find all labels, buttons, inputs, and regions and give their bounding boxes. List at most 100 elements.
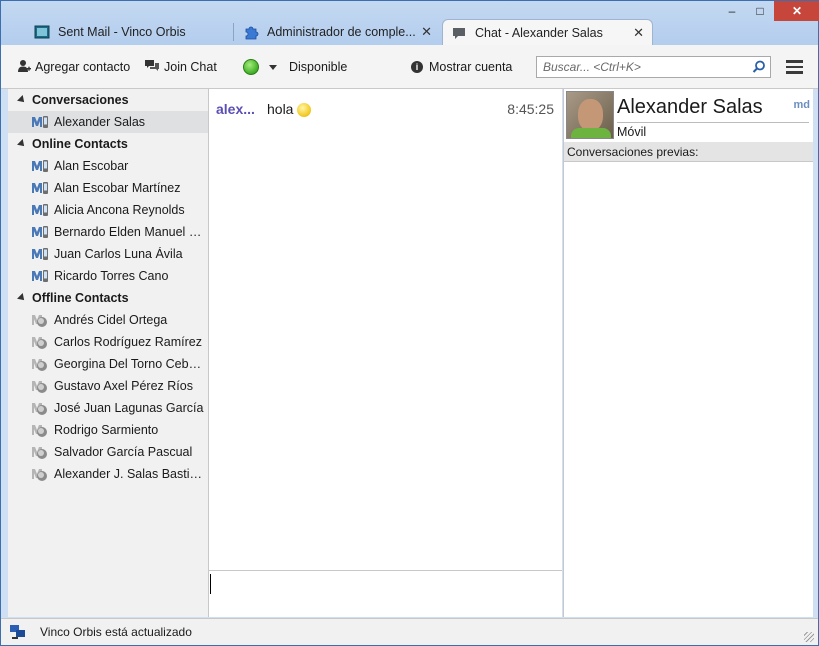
contact-item[interactable]: Andrés Cidel Ortega xyxy=(8,309,208,331)
contact-name-label: Rodrigo Sarmiento xyxy=(54,423,159,437)
contact-item[interactable]: Alan Escobar Martínez xyxy=(8,177,208,199)
show-account-label: Mostrar cuenta xyxy=(429,60,513,74)
mobile-contact-icon xyxy=(31,268,49,284)
contact-status: Móvil xyxy=(617,125,647,139)
contact-item[interactable]: Alicia Ancona Reynolds xyxy=(8,199,208,221)
search-input[interactable] xyxy=(543,60,743,74)
puzzle-icon xyxy=(243,24,259,40)
protocol-logo: md xyxy=(793,99,811,111)
divider xyxy=(617,122,809,123)
contact-name-label: Carlos Rodríguez Ramírez xyxy=(54,335,202,349)
show-account-button[interactable]: i Mostrar cuenta xyxy=(411,58,512,76)
contact-item[interactable]: Ricardo Torres Cano xyxy=(8,265,208,287)
offline-contact-icon xyxy=(31,312,49,328)
message-sender: alex... xyxy=(216,101,255,117)
group-label: Online Contacts xyxy=(32,137,128,151)
contact-item[interactable]: Alan Escobar xyxy=(8,155,208,177)
offline-contact-icon xyxy=(31,400,49,416)
contacts-sidebar: Conversaciones Alexander Salas Online Cont… xyxy=(8,89,209,617)
window-controls: – □ ✕ xyxy=(718,1,819,23)
group-label: Offline Contacts xyxy=(32,291,129,305)
resize-grip[interactable] xyxy=(804,632,814,642)
join-chat-button[interactable]: Join Chat xyxy=(144,58,217,76)
group-online-contacts[interactable]: Online Contacts xyxy=(8,133,208,155)
tab-sent-mail[interactable]: Sent Mail - Vinco Orbis xyxy=(26,19,231,45)
offline-contact-icon xyxy=(31,334,49,350)
close-tab-icon[interactable]: ✕ xyxy=(421,24,432,40)
previous-conversations-header: Conversaciones previas: xyxy=(564,142,813,162)
contact-name-label: Alicia Ancona Reynolds xyxy=(54,203,185,217)
avatar xyxy=(566,91,614,139)
contact-name-label: Georgina Del Torno Cebal... xyxy=(54,357,204,371)
mobile-contact-icon xyxy=(31,114,49,130)
contact-item[interactable]: Rodrigo Sarmiento xyxy=(8,419,208,441)
contact-item[interactable]: Alexander Salas xyxy=(8,111,208,133)
app-window: – □ ✕ Sent Mail - Vinco Orbis Administra… xyxy=(0,0,819,646)
offline-contact-icon xyxy=(31,356,49,372)
search-icon[interactable] xyxy=(752,60,766,77)
mobile-contact-icon xyxy=(31,180,49,196)
add-contact-label: Agregar contacto xyxy=(35,60,131,74)
contact-item[interactable]: José Juan Lagunas García xyxy=(8,397,208,419)
chat-bubble-icon xyxy=(451,25,467,41)
tab-separator xyxy=(233,23,234,41)
contact-name-label: Gustavo Axel Pérez Ríos xyxy=(54,379,193,393)
message-time: 8:45:25 xyxy=(507,101,554,117)
text-caret xyxy=(210,574,211,594)
contact-name-label: Alan Escobar Martínez xyxy=(54,181,181,195)
offline-contact-icon xyxy=(31,444,49,460)
message-input[interactable] xyxy=(209,570,562,617)
mobile-contact-icon xyxy=(31,158,49,174)
offline-contact-icon xyxy=(31,466,49,482)
message-body: hola xyxy=(267,101,294,117)
close-window-button[interactable]: ✕ xyxy=(774,1,819,21)
contact-item[interactable]: Gustavo Axel Pérez Ríos xyxy=(8,375,208,397)
tab-label: Chat - Alexander Salas xyxy=(475,25,603,40)
info-icon: i xyxy=(411,61,423,73)
group-conversations[interactable]: Conversaciones xyxy=(8,89,208,111)
contact-name-label: Alexander Salas xyxy=(54,115,146,129)
minimize-button[interactable]: – xyxy=(718,1,746,21)
network-icon xyxy=(10,625,26,639)
mobile-contact-icon xyxy=(31,224,49,240)
contact-item[interactable]: Carlos Rodríguez Ramírez xyxy=(8,331,208,353)
add-contact-button[interactable]: Agregar contacto xyxy=(17,58,130,76)
contact-item[interactable]: Alexander J. Salas Bastidas xyxy=(8,463,208,485)
smiley-icon xyxy=(297,103,312,117)
status-bar: Vinco Orbis está actualizado xyxy=(1,618,818,645)
contact-name-label: Andrés Cidel Ortega xyxy=(54,313,168,327)
close-tab-icon[interactable]: ✕ xyxy=(633,25,644,41)
add-person-icon xyxy=(17,59,31,76)
contact-name-label: Bernardo Elden Manuel B... xyxy=(54,225,204,239)
contact-name-label: Juan Carlos Luna Ávila xyxy=(54,247,183,261)
contact-item[interactable]: Bernardo Elden Manuel B... xyxy=(8,221,208,243)
contact-item[interactable]: Georgina Del Torno Cebal... xyxy=(8,353,208,375)
expand-triangle-icon xyxy=(17,293,27,303)
contact-name-label: José Juan Lagunas García xyxy=(54,401,204,415)
tab-chat[interactable]: Chat - Alexander Salas ✕ xyxy=(442,19,653,45)
toolbar: Agregar contacto Join Chat Disponible i … xyxy=(1,45,818,89)
chevron-down-icon xyxy=(269,64,277,70)
status-selector[interactable]: Disponible xyxy=(243,58,347,76)
status-dot-icon xyxy=(243,59,259,75)
offline-contact-icon xyxy=(31,378,49,394)
conversation-pane: alex... hola 8:45:25 xyxy=(209,89,562,570)
tab-label: Administrador de comple... xyxy=(267,25,416,39)
status-label: Disponible xyxy=(289,60,348,74)
tab-addons[interactable]: Administrador de comple... ✕ xyxy=(235,19,440,45)
join-chat-label: Join Chat xyxy=(164,60,217,74)
menu-icon[interactable] xyxy=(786,60,803,74)
title-bar: – □ ✕ Sent Mail - Vinco Orbis Administra… xyxy=(1,1,819,45)
contact-item[interactable]: Juan Carlos Luna Ávila xyxy=(8,243,208,265)
message-text: hola xyxy=(267,101,312,117)
contact-name-label: Ricardo Torres Cano xyxy=(54,269,169,283)
contact-item[interactable]: Salvador García Pascual xyxy=(8,441,208,463)
mobile-contact-icon xyxy=(31,246,49,262)
group-offline-contacts[interactable]: Offline Contacts xyxy=(8,287,208,309)
expand-triangle-icon xyxy=(17,139,27,149)
status-text: Vinco Orbis está actualizado xyxy=(40,625,192,639)
chat-icon xyxy=(144,59,160,76)
contact-name-label: Salvador García Pascual xyxy=(54,445,193,459)
search-box xyxy=(536,56,771,78)
maximize-button[interactable]: □ xyxy=(746,1,774,21)
